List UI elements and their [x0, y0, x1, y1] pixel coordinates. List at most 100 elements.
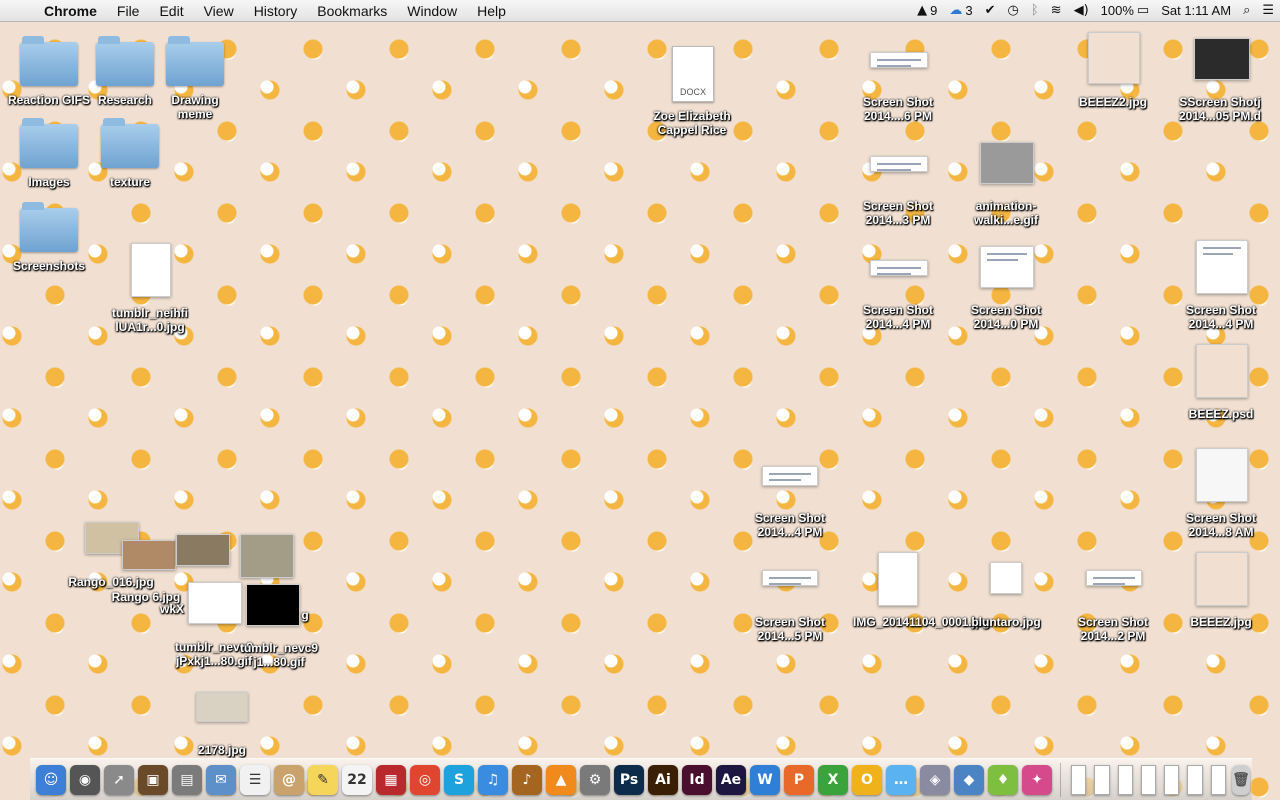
- image-capture-icon[interactable]: ▣: [138, 764, 168, 795]
- creative-cloud-icon: ☁: [949, 2, 963, 18]
- itunes-icon[interactable]: ♫: [478, 764, 508, 795]
- image-thumbnail: [980, 142, 1034, 184]
- calendar-icon[interactable]: 22: [342, 764, 372, 795]
- folder-label: Reaction GIFS: [7, 93, 91, 107]
- file-label: tumblr_nevc9 j1...80.gif: [239, 641, 319, 669]
- image-thumbnail: [240, 534, 294, 578]
- messages-icon[interactable]: …: [886, 764, 916, 795]
- creative-cloud-count: 3: [965, 2, 973, 18]
- folder-label: Drawing meme: [171, 93, 219, 121]
- contacts-icon[interactable]: @: [274, 764, 304, 795]
- file-label: Screen Shot 2014...5 PM: [754, 615, 826, 643]
- image-thumbnail: [246, 584, 300, 626]
- photoshop-icon[interactable]: Ps: [614, 764, 644, 795]
- menu-view[interactable]: View: [194, 0, 244, 22]
- file-label: Screen Shot 2014....6 PM: [862, 95, 934, 123]
- folder-label: Images: [28, 175, 70, 189]
- dock-document-1[interactable]: [1071, 764, 1087, 795]
- menu-app-name[interactable]: Chrome: [40, 0, 107, 22]
- menu-bookmarks[interactable]: Bookmarks: [307, 0, 397, 22]
- evernote-icon[interactable]: ✔: [979, 0, 1002, 22]
- paint-palette-icon[interactable]: ✦: [1022, 764, 1052, 795]
- file-label: BEEEZ.jpg: [1190, 615, 1252, 629]
- dock-document-4[interactable]: [1140, 764, 1157, 795]
- folder-label: texture: [109, 175, 151, 189]
- menu-edit[interactable]: Edit: [149, 0, 193, 22]
- clock[interactable]: Sat 1:11 AM: [1155, 0, 1237, 22]
- screenshot-thumbnail: [762, 466, 818, 486]
- screenshot-thumbnail: [1196, 240, 1248, 294]
- image-thumbnail: [990, 562, 1022, 594]
- menu-window[interactable]: Window: [397, 0, 467, 22]
- image-viewer-icon[interactable]: ◈: [920, 764, 950, 795]
- sims-icon[interactable]: ♦: [988, 764, 1018, 795]
- adobe-status[interactable]: ▲ 9: [911, 0, 943, 22]
- file-label: Screen Shot 2014...2 PM: [1077, 615, 1149, 643]
- folder-label: Screenshots: [12, 259, 86, 273]
- dock-document-5[interactable]: [1164, 764, 1180, 795]
- file-label: Rango_016.jpg: [68, 575, 154, 589]
- excel-icon[interactable]: X: [818, 764, 848, 795]
- dock-document-7[interactable]: [1210, 764, 1226, 795]
- illustrator-icon[interactable]: Ai: [648, 764, 678, 795]
- dock-document-6[interactable]: [1187, 764, 1203, 795]
- launchpad-icon[interactable]: ➚: [104, 764, 134, 795]
- file-label: BEEEZ.psd: [1188, 407, 1254, 421]
- screenshot-thumbnail: [870, 156, 928, 172]
- image-thumbnail: [122, 540, 176, 570]
- dock: ☺ ◉ ➚ ▣ ▤ ✉ ☰ @ ✎ 22 ▦ ◎ S ♫ ♪ ▲ ⚙ Ps Ai Id Ae W P X O… ◈ ◆ ♦ ✦ 🗑: [30, 758, 1252, 800]
- file-label: 2178.jpg: [197, 743, 247, 757]
- notification-center-icon[interactable]: ☰: [1256, 0, 1280, 22]
- finder-icon[interactable]: ☺: [36, 764, 66, 795]
- menu-file[interactable]: File: [107, 0, 150, 22]
- file-label: Screen Shot 2014...4 PM: [754, 511, 826, 539]
- file-label: IMG_20141104_0001.jpg: [853, 615, 990, 629]
- reminders-icon[interactable]: ☰: [240, 764, 270, 795]
- file-label: Screen Shot 2014...4 PM: [862, 303, 934, 331]
- indesign-icon[interactable]: Id: [682, 764, 712, 795]
- battery-status[interactable]: 100% ▭: [1095, 0, 1156, 22]
- outlook-icon[interactable]: O: [852, 764, 882, 795]
- screenshot-thumbnail: [1086, 570, 1142, 586]
- dock-document-3[interactable]: [1117, 764, 1133, 795]
- vlc-icon[interactable]: ▲: [546, 764, 576, 795]
- dock-document-2[interactable]: [1094, 764, 1110, 795]
- word-icon[interactable]: W: [750, 764, 780, 795]
- time-machine-icon[interactable]: ◷: [1002, 0, 1025, 22]
- garageband-icon[interactable]: ♪: [512, 764, 542, 795]
- creative-cloud-status[interactable]: ☁ 3: [943, 0, 978, 22]
- folder-icon: [20, 202, 78, 252]
- iphoto-icon[interactable]: ▤: [172, 764, 202, 795]
- skype-icon[interactable]: S: [444, 764, 474, 795]
- preview-icon[interactable]: ✉: [206, 764, 236, 795]
- file-label: Screen Shot 2014...0 PM: [970, 303, 1042, 331]
- stickies-icon[interactable]: ✎: [308, 764, 338, 795]
- folder-icon: [101, 118, 159, 168]
- volume-icon[interactable]: ◀): [1068, 0, 1095, 22]
- battery-percent: 100%: [1100, 2, 1134, 18]
- folder-icon: [96, 36, 154, 86]
- file-label: SScreen Shotj 2014...05 PM.d: [1178, 95, 1262, 123]
- file-label: Zoe Elizabeth Cappel Rice: [653, 109, 731, 137]
- screenshot-thumbnail: [762, 570, 818, 586]
- dock-apps: ☺ ◉ ➚ ▣ ▤ ✉ ☰ @ ✎ 22 ▦ ◎ S ♫ ♪ ▲ ⚙ Ps Ai Id Ae W P X O… ◈ ◆ ♦ ✦: [34, 764, 1054, 795]
- sketchup-icon[interactable]: ◆: [954, 764, 984, 795]
- screenshot-thumbnail: [1194, 38, 1250, 80]
- folder-icon: [20, 118, 78, 168]
- bluetooth-icon[interactable]: ᛒ: [1025, 0, 1045, 22]
- dashboard-icon[interactable]: ◉: [70, 764, 100, 795]
- menu-history[interactable]: History: [244, 0, 308, 22]
- folder-label: Research: [97, 93, 153, 107]
- system-preferences-icon[interactable]: ⚙: [580, 764, 610, 795]
- photo-booth-icon[interactable]: ▦: [376, 764, 406, 795]
- powerpoint-icon[interactable]: P: [784, 764, 814, 795]
- menu-help[interactable]: Help: [467, 0, 516, 22]
- spotlight-icon[interactable]: ⌕: [1237, 0, 1256, 22]
- after-effects-icon[interactable]: Ae: [716, 764, 746, 795]
- chrome-icon[interactable]: ◎: [410, 764, 440, 795]
- wifi-icon[interactable]: ≋: [1045, 0, 1068, 22]
- image-thumbnail: [176, 534, 230, 566]
- folder-icon: [166, 36, 224, 86]
- trash-icon[interactable]: 🗑: [1231, 764, 1251, 795]
- file-label: animation-walki...e.gif: [973, 199, 1039, 227]
